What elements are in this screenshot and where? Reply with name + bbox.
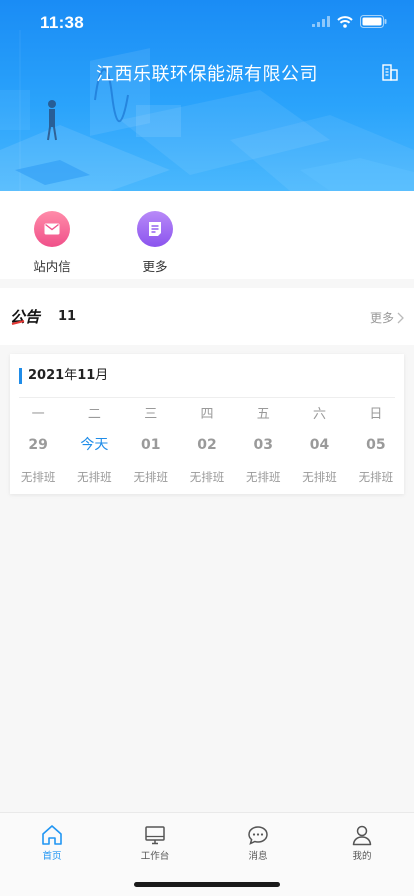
home-icon: [42, 825, 62, 845]
notice-logo: 公告: [10, 309, 42, 325]
notice-more-label: 更多: [369, 311, 394, 325]
calendar-month-suffix: 月: [95, 368, 109, 383]
tab-messages-label: 消息: [248, 851, 268, 862]
mail-icon: [34, 211, 70, 247]
notice-bar[interactable]: 公告 11 更多: [0, 288, 414, 345]
shift-row: 无排班 无排班 无排班 无排班 无排班 无排班 无排班: [10, 462, 404, 492]
battery-icon: [360, 15, 387, 28]
weekday-row: 一 二 三 四 五 六 日: [10, 404, 404, 428]
weekday-label: 五: [256, 407, 270, 422]
tab-messages[interactable]: 消息: [218, 823, 298, 862]
tab-workbench-label: 工作台: [140, 851, 170, 862]
calendar-month: 11: [77, 368, 96, 383]
shortcut-more-label: 更多: [142, 259, 168, 274]
tab-home[interactable]: 首页: [12, 823, 92, 862]
signal-icon: [312, 16, 330, 27]
chat-icon: [248, 826, 268, 845]
shift-status: 无排班: [246, 470, 281, 484]
weekday-label: 六: [313, 407, 327, 422]
status-time: 11:38: [40, 13, 85, 32]
shift-status: 无排班: [133, 470, 168, 484]
status-bar: 11:38: [0, 0, 414, 44]
shift-status: 无排班: [302, 470, 337, 484]
calendar-day[interactable]: 04: [291, 428, 347, 462]
header-banner: 11:38 江西乐联环保能源有限公司: [0, 0, 414, 191]
monitor-icon: [145, 826, 165, 845]
weekday-label: 三: [144, 407, 158, 422]
calendar-day[interactable]: 03: [235, 428, 291, 462]
calendar-month-title: 2021年11月: [19, 368, 108, 384]
tab-profile-label: 我的: [352, 851, 372, 862]
day-row: 29 今天 01 02 03 04 05: [10, 428, 404, 462]
shortcut-inbox[interactable]: 站内信: [12, 211, 92, 275]
tab-home-label: 首页: [42, 851, 62, 862]
calendar-year-suffix: 年: [64, 368, 78, 383]
user-icon: [352, 825, 372, 846]
shift-status: 无排班: [189, 470, 225, 484]
company-title: 江西乐联环保能源有限公司: [96, 64, 318, 85]
calendar-day-today[interactable]: 今天: [66, 428, 122, 462]
calendar-year: 2021: [28, 368, 65, 383]
doc-icon: [137, 211, 173, 247]
calendar-day[interactable]: 05: [348, 428, 404, 462]
tab-workbench[interactable]: 工作台: [115, 823, 195, 862]
shortcut-panel: 站内信 更多: [0, 191, 414, 279]
calendar-day[interactable]: 02: [179, 428, 235, 462]
shift-status: 无排班: [20, 470, 56, 484]
schedule-calendar: 2021年11月 一 二 三 四 五 六 日 29 今天 01 02 03 04…: [10, 354, 404, 494]
weekday-label: 四: [200, 407, 214, 422]
shift-status: 无排班: [358, 470, 394, 484]
shortcut-more[interactable]: 更多: [115, 211, 195, 275]
calendar-week-grid: 一 二 三 四 五 六 日 29 今天 01 02 03 04 05 无排班 无…: [10, 404, 404, 492]
wifi-icon: [337, 15, 353, 28]
weekday-label: 日: [369, 407, 383, 422]
calendar-day[interactable]: 01: [123, 428, 179, 462]
chevron-right-icon: [397, 312, 404, 323]
weekday-label: 一: [31, 407, 45, 422]
home-indicator: [134, 882, 280, 887]
calendar-divider: [19, 397, 395, 398]
notice-count: 11: [58, 309, 77, 324]
shortcut-inbox-label: 站内信: [33, 259, 71, 274]
notice-more-link[interactable]: 更多: [370, 309, 404, 326]
building-icon[interactable]: [381, 63, 399, 81]
calendar-day[interactable]: 29: [10, 428, 66, 462]
shift-status: 无排班: [77, 470, 112, 484]
weekday-label: 二: [87, 407, 101, 422]
tab-profile[interactable]: 我的: [322, 823, 402, 862]
